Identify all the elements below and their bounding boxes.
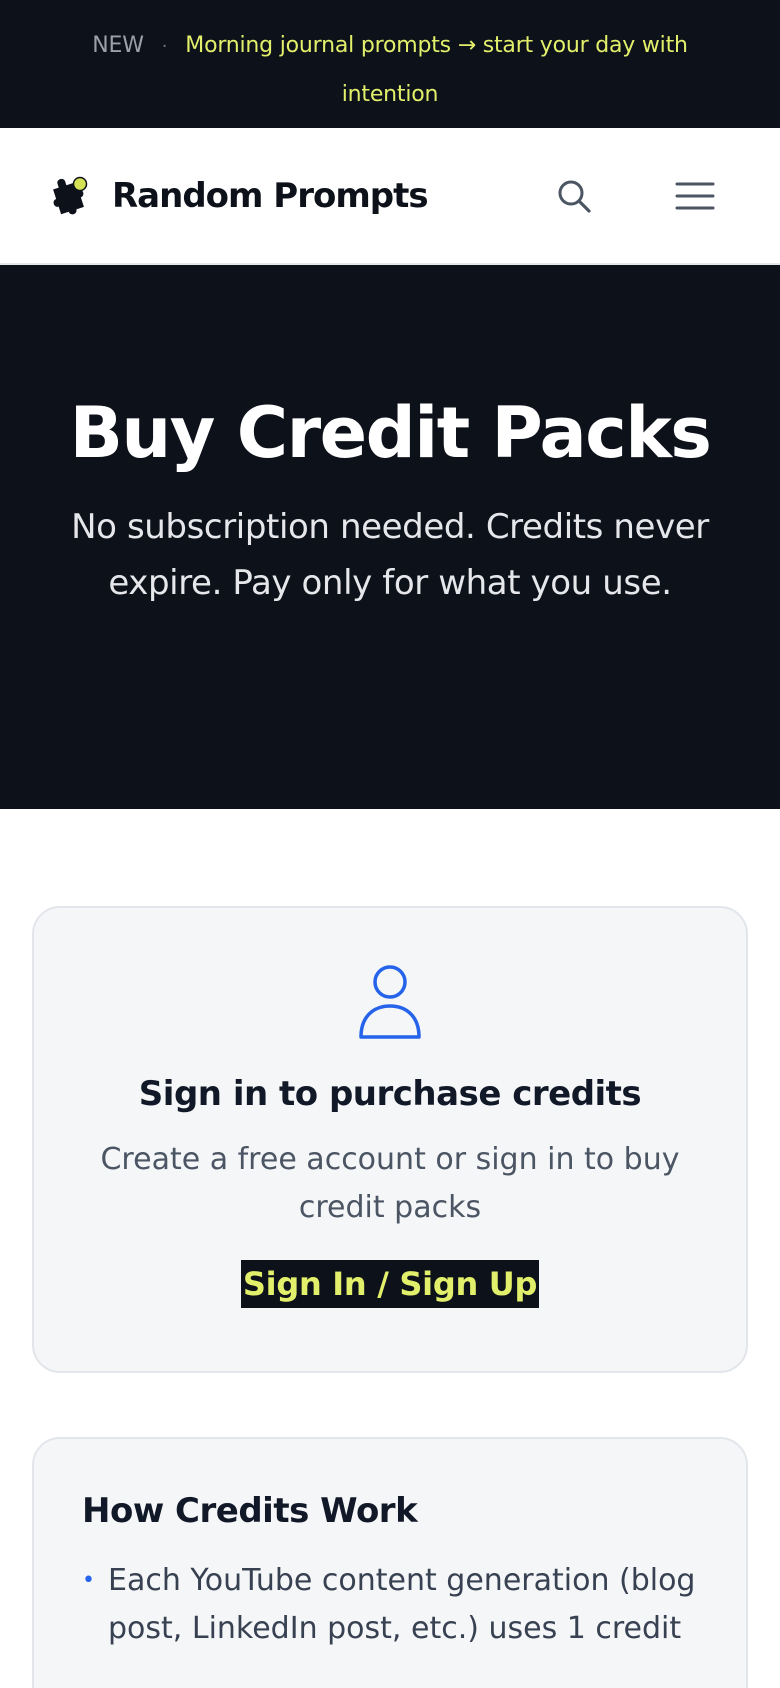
hero-subtitle: No subscription needed. Credits never ex… <box>71 507 709 603</box>
top-navigation: Random Prompts <box>0 128 780 265</box>
puzzle-logo-icon <box>53 176 88 214</box>
signin-card: Sign in to purchase credits Create a fre… <box>32 906 748 1373</box>
main-content: Sign in to purchase credits Create a fre… <box>0 809 780 1688</box>
how-credits-work-card: How Credits Work • Each YouTube content … <box>32 1437 748 1688</box>
hamburger-menu-icon[interactable] <box>674 176 716 216</box>
page-title: Buy Credit Packs <box>69 392 712 474</box>
brand-link[interactable]: Random Prompts <box>48 172 429 220</box>
nav-actions <box>554 176 732 216</box>
announcement-bar[interactable]: NEW · Morning journal prompts → start your… <box>0 0 780 128</box>
credits-info-title: How Credits Work <box>82 1491 418 1531</box>
signin-description: Create a free account or sign in to buy … <box>100 1142 680 1225</box>
announcement-message[interactable]: Morning journal prompts → start your day… <box>185 33 688 107</box>
bullet-icon: • <box>82 1568 95 1593</box>
credits-info-list: • Each YouTube content generation (blog … <box>82 1557 700 1653</box>
separator-dot: · <box>161 36 168 57</box>
brand-name: Random Prompts <box>112 175 429 216</box>
hero-section: Buy Credit Packs No subscription needed.… <box>0 265 780 809</box>
signin-signup-button[interactable]: Sign In / Sign Up <box>240 1260 540 1308</box>
signin-title: Sign in to purchase credits <box>138 1074 642 1114</box>
new-badge: NEW <box>92 33 144 58</box>
list-item: • Each YouTube content generation (blog … <box>82 1557 700 1653</box>
search-icon[interactable] <box>554 176 594 216</box>
user-icon <box>359 965 421 1039</box>
list-item-text: Each YouTube content generation (blog po… <box>108 1563 696 1646</box>
